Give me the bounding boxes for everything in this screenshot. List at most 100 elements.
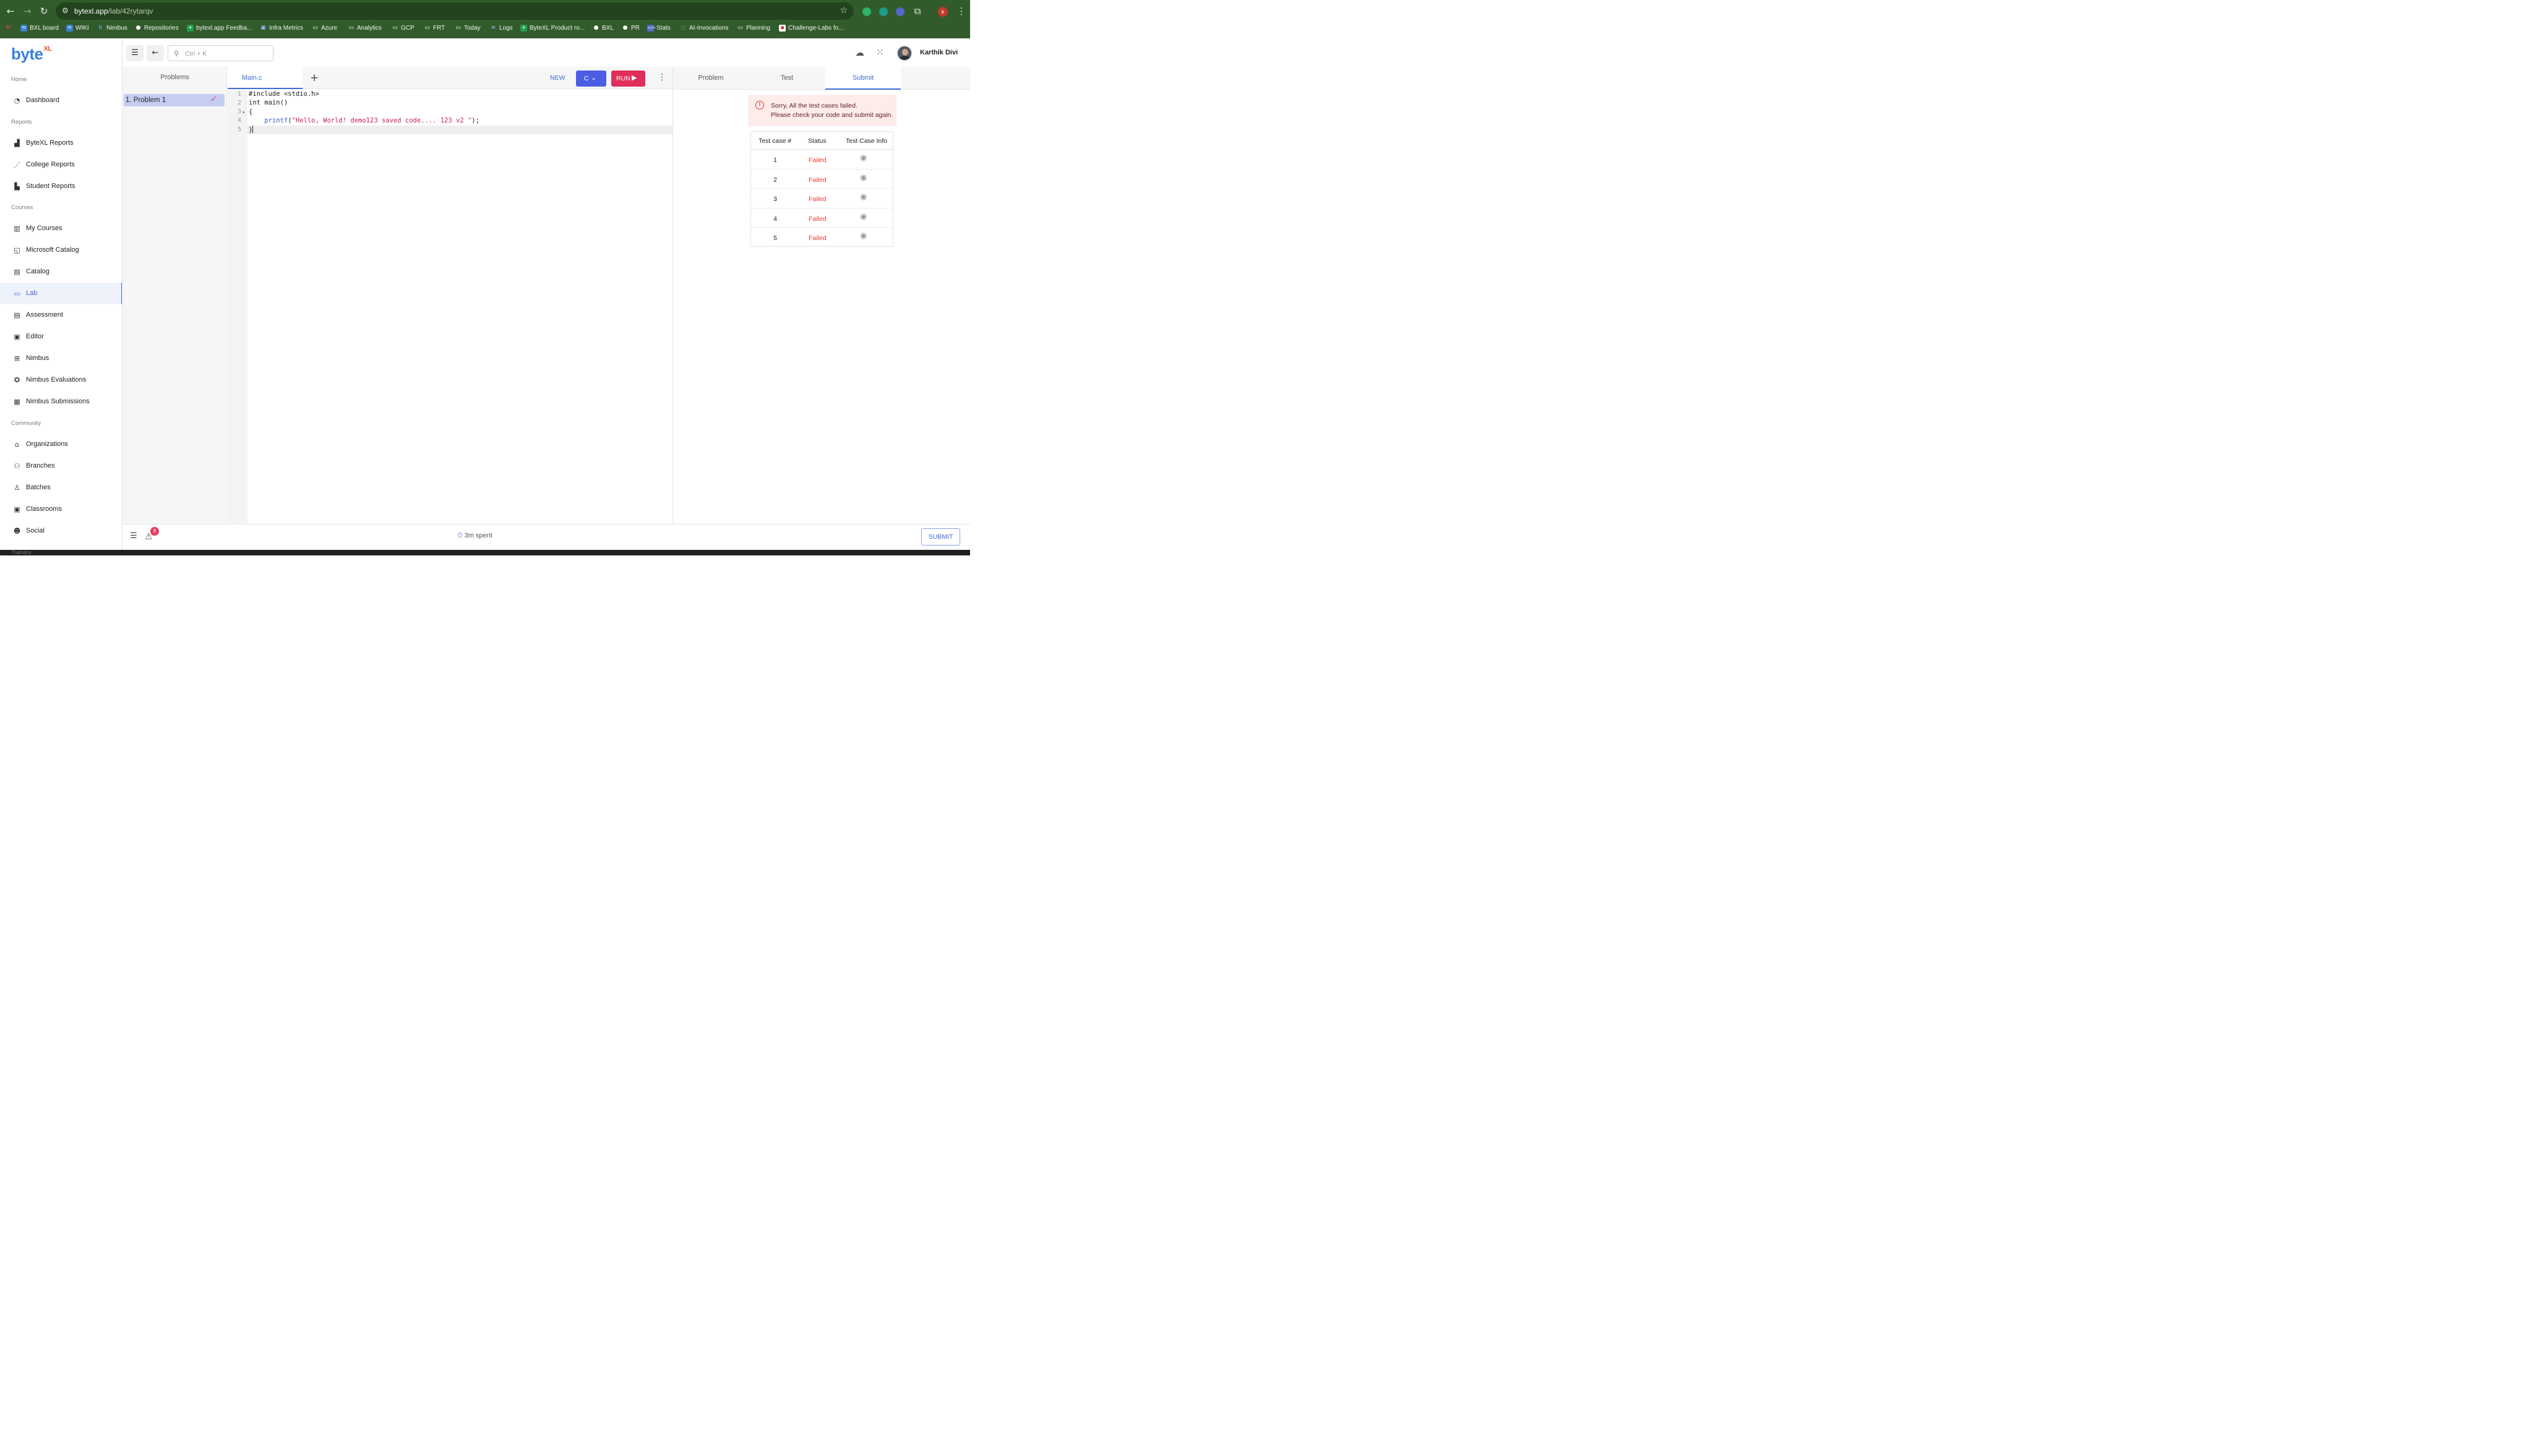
table-row: 2 Failed ◉	[751, 169, 894, 189]
back-button[interactable]: ←	[147, 45, 164, 61]
bookmark-challenge-labs[interactable]: ▪ Challenge-Labs fo...	[779, 25, 844, 32]
forward-arrow-icon[interactable]: →	[21, 5, 33, 17]
sidebar-item-nimbus-evaluations[interactable]: ✪ Nimbus Evaluations	[0, 369, 122, 391]
eye-icon[interactable]: ◉	[860, 192, 867, 202]
react-devtools-icon[interactable]	[896, 7, 905, 16]
code-editor[interactable]: #include <stdio.h> int main() { printf("…	[247, 90, 673, 524]
avatar[interactable]	[897, 46, 912, 61]
submit-button[interactable]: SUBMIT	[921, 528, 960, 546]
url-text[interactable]: bytexl.app/lab/42rytarqv	[74, 7, 153, 15]
column-header: Status	[808, 137, 827, 145]
language-select[interactable]: C ⌄	[576, 71, 606, 87]
sidebar-item-microsoft-catalog[interactable]: ◱ Microsoft Catalog	[0, 239, 122, 261]
bookmark-analytics[interactable]: ▭ Analytics	[348, 25, 382, 32]
sidebar-item-nimbus[interactable]: ⊞ Nimbus	[0, 348, 122, 369]
collapse-menu-icon[interactable]: ☰	[130, 531, 137, 541]
github-icon: ●	[135, 25, 141, 31]
sidebar-item-lab[interactable]: ▭ Lab	[0, 283, 122, 304]
fold-arrow-icon[interactable]: ▾	[243, 110, 245, 115]
bookmark-repositories[interactable]: ● Repositories	[135, 25, 179, 32]
status-failed: Failed	[809, 176, 827, 184]
bookmark-frt[interactable]: ▭ FRT	[424, 25, 445, 32]
tab-problem[interactable]: Problem	[673, 67, 749, 90]
bookmark-pr[interactable]: ● PR	[622, 25, 640, 32]
sidebar-item-student-reports[interactable]: ▙ Student Reports	[0, 176, 122, 197]
editor-toolbar: Main.c + NEW C ⌄ RUN ▶ ⋮	[228, 67, 673, 89]
search-input[interactable]: ⚲ Ctrl + K	[168, 45, 273, 61]
nimbus-icon: b	[98, 25, 103, 31]
sidebar-item-classrooms[interactable]: ▣ Classrooms	[0, 499, 122, 520]
chevron-down-icon: ⌄	[591, 74, 597, 82]
bottom-strip: Trainers	[0, 549, 970, 555]
folder-icon: ▭	[737, 25, 743, 31]
eye-icon[interactable]: ◉	[860, 212, 867, 221]
sidebar-item-nimbus-submissions[interactable]: ▦ Nimbus Submissions	[0, 391, 122, 413]
back-arrow-icon[interactable]: ←	[4, 5, 17, 17]
address-bar[interactable]: ⚙ bytexl.app/lab/42rytarqv ☆	[56, 2, 854, 20]
status-failed: Failed	[809, 234, 827, 242]
bookmark-azure[interactable]: ▭ Azure	[312, 25, 337, 32]
user-name[interactable]: Karthik Divi	[920, 49, 958, 56]
footer-bar: ☰ ⚠ 8 ⏱ 3m spent SUBMIT	[122, 524, 970, 550]
eye-icon[interactable]: ◉	[860, 153, 867, 163]
sidebar-item-organizations[interactable]: ⌂ Organizations	[0, 434, 122, 455]
sidebar-item-catalog[interactable]: ▤ Catalog	[0, 261, 122, 283]
eye-icon[interactable]: ◉	[860, 231, 867, 241]
code-line: #include <stdio.h>	[249, 90, 319, 98]
code-line: printf("Hello, World! demo123 saved code…	[264, 117, 480, 124]
bookmark-infra-metrics[interactable]: ▣ Infra Metrics	[260, 25, 303, 32]
bookmark-ai-invocations[interactable]: ◌ AI-Invocations	[680, 25, 729, 32]
sidebar-item-social[interactable]: ☻ Social	[0, 520, 122, 542]
extensions-puzzle-icon[interactable]: ⧉	[911, 5, 924, 17]
gmail-icon[interactable]: M	[5, 25, 12, 32]
profile-icon[interactable]: k	[938, 7, 948, 17]
more-options-icon[interactable]: ⋮	[658, 72, 666, 82]
file-tab-main[interactable]: Main.c	[228, 67, 303, 89]
bookmark-bxl-board[interactable]: ≈ BXL board	[20, 25, 59, 32]
chat-icon[interactable]: ☁	[855, 47, 864, 58]
sidebar-item-dashboard[interactable]: ◔ Dashboard	[0, 90, 122, 111]
tab-test[interactable]: Test	[749, 67, 825, 90]
bytexl-logo[interactable]: byteXL	[11, 45, 52, 64]
new-button[interactable]: NEW	[550, 74, 565, 82]
bookmark-logs[interactable]: ≡ Logs	[490, 25, 513, 32]
add-file-icon[interactable]: +	[310, 72, 319, 84]
extension-green-icon[interactable]	[862, 7, 871, 16]
eye-icon[interactable]: ◉	[860, 173, 867, 182]
sidebar-item-assessment[interactable]: ▤ Assessment	[0, 304, 122, 326]
reload-icon[interactable]: ↻	[38, 5, 50, 17]
folder-icon: ▭	[455, 25, 461, 31]
sidebar-item-batches[interactable]: ♙ Batches	[0, 477, 122, 499]
toggle-sidebar-button[interactable]: ☰	[126, 45, 144, 61]
checkmark-icon: ✓	[210, 95, 217, 104]
bookmark-product-roadmap[interactable]: + ByteXL Product ro...	[520, 25, 585, 32]
problem-item[interactable]: 1. Problem 1 ✓	[124, 94, 225, 106]
bookmark-star-icon[interactable]: ☆	[840, 6, 848, 15]
folder-icon: ▭	[348, 25, 354, 31]
bookmark-today[interactable]: ▭ Today	[455, 25, 480, 32]
sidebar-item-bytexl-reports[interactable]: ▟ ByteXL Reports	[0, 132, 122, 154]
sidebar-item-my-courses[interactable]: ▥ My Courses	[0, 218, 122, 239]
sidebar-item-college-reports[interactable]: ⋰ College Reports	[0, 154, 122, 176]
sidebar-item-editor[interactable]: ▣ Editor	[0, 326, 122, 348]
grammarly-icon[interactable]	[879, 7, 888, 16]
bookmark-stats[interactable]: </> Stats	[647, 25, 671, 32]
people-icon: ☻	[13, 527, 21, 535]
bookmark-planning[interactable]: ▭ Planning	[737, 25, 770, 32]
run-button[interactable]: RUN ▶	[611, 71, 645, 87]
bookmark-gcp[interactable]: ▭ GCP	[392, 25, 414, 32]
bookmark-feedback[interactable]: + bytexl.app Feedba...	[187, 25, 252, 32]
bookmark-bxl[interactable]: ● BXL	[593, 25, 614, 32]
sidebar-item-branches[interactable]: ⚇ Branches	[0, 455, 122, 477]
line-number: 3	[237, 108, 241, 115]
browser-menu-icon[interactable]: ⋮	[955, 5, 968, 17]
table-row: 5 Failed ◉	[773, 231, 867, 242]
browser-chrome: ← → ↻ ⚙ bytexl.app/lab/42rytarqv ☆ ⧉ k ⋮…	[0, 0, 970, 38]
menu-list-icon: ☰	[131, 48, 139, 58]
bookmark-wiki[interactable]: ≈ WIKI	[66, 25, 89, 32]
tab-submit[interactable]: Submit	[825, 67, 901, 90]
site-info-icon[interactable]: ⚙	[62, 6, 72, 15]
apps-grid-icon[interactable]: ⁙	[876, 47, 884, 58]
line-number: 2	[237, 100, 241, 106]
bookmark-nimbus[interactable]: b Nimbus	[97, 25, 127, 32]
